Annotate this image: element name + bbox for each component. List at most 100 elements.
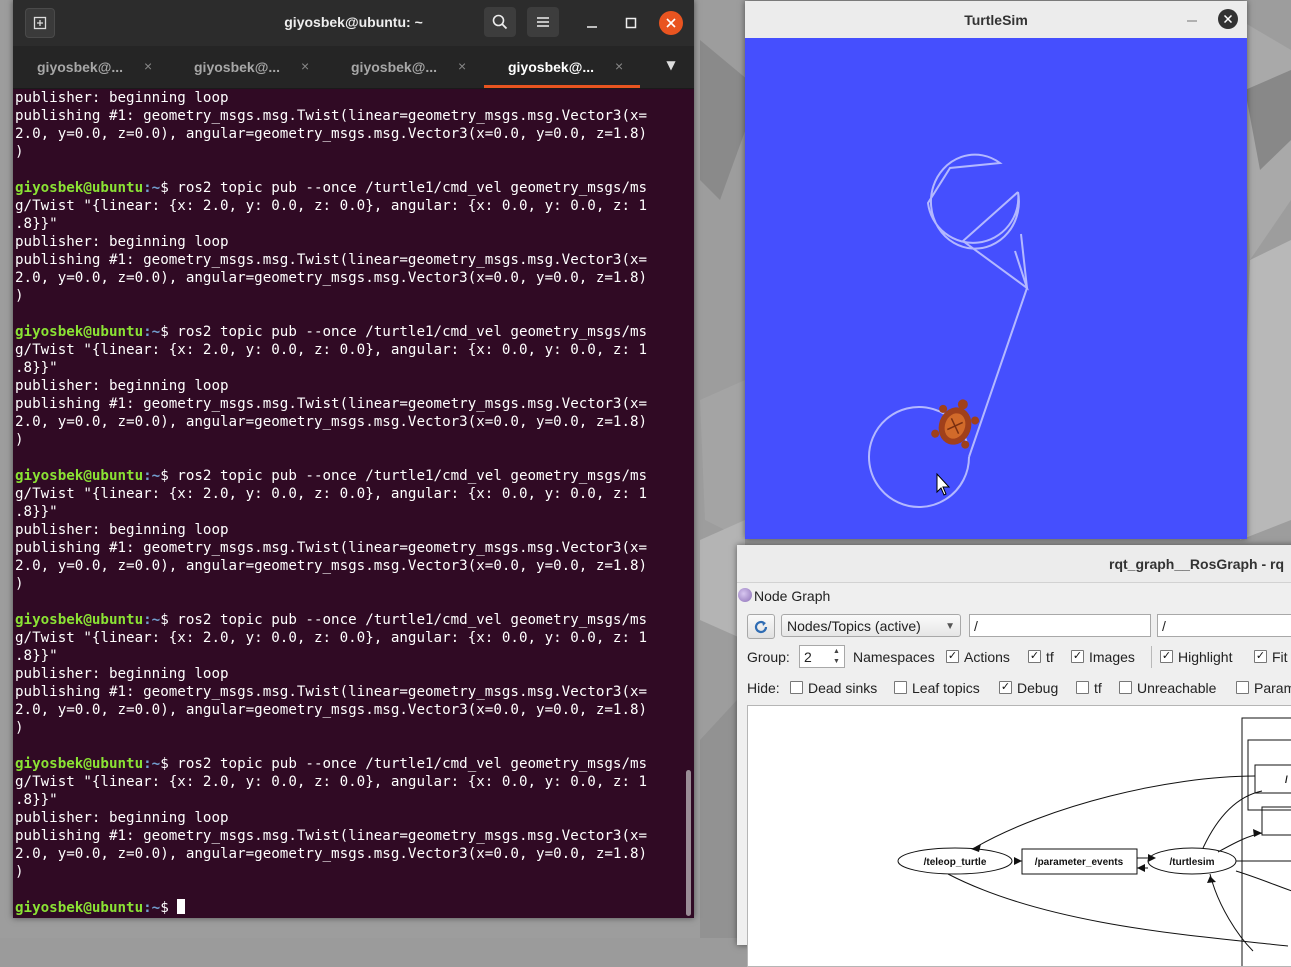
terminal-line: giyosbek@ubuntu:~$ ros2 topic pub --once… (15, 755, 687, 773)
prompt-user: giyosbek@ubuntu (15, 324, 144, 340)
line-text: 2.0, y=0.0, z=0.0), angular=geometry_msg… (15, 846, 648, 862)
prompt-path: :~ (143, 468, 161, 484)
topic-filter-input[interactable]: / (1157, 614, 1291, 637)
minimize-button[interactable] (581, 12, 603, 34)
terminal-line: 2.0, y=0.0, z=0.0), angular=geometry_msg… (15, 269, 687, 287)
graph-node-turtlesim[interactable]: /turtlesim (1169, 857, 1214, 868)
terminal-line: g/Twist "{linear: {x: 2.0, y: 0.0, z: 0.… (15, 341, 687, 359)
close-button[interactable] (1218, 9, 1238, 29)
line-text: ) (15, 432, 24, 448)
terminal-line: publisher: beginning loop (15, 521, 687, 539)
turtlesim-title: TurtleSim (964, 12, 1028, 28)
tab-close-icon[interactable]: × (458, 58, 466, 74)
terminal-line: publisher: beginning loop (15, 377, 687, 395)
menu-button[interactable] (527, 7, 559, 37)
close-button[interactable] (659, 11, 683, 35)
terminal-line: giyosbek@ubuntu:~$ ros2 topic pub --once… (15, 179, 687, 197)
prompt-path: :~ (143, 900, 161, 916)
graph-canvas[interactable]: /teleop_turtle /parameter_events /turtle… (747, 705, 1291, 967)
search-button[interactable] (484, 7, 516, 37)
images-label: Images (1089, 649, 1135, 665)
refresh-button[interactable] (747, 614, 775, 639)
tab-close-icon[interactable]: × (144, 58, 152, 74)
line-text: publisher: beginning loop (15, 810, 229, 826)
tab-close-icon[interactable]: × (615, 58, 623, 74)
node-filter-input[interactable]: / (969, 614, 1151, 637)
params-checkbox[interactable] (1236, 681, 1249, 694)
prompt-user: giyosbek@ubuntu (15, 612, 144, 628)
terminal-line: publishing #1: geometry_msgs.msg.Twist(l… (15, 395, 687, 413)
close-icon (1224, 15, 1232, 23)
terminal-line: publishing #1: geometry_msgs.msg.Twist(l… (15, 107, 687, 125)
close-icon (666, 18, 676, 28)
line-text: publisher: beginning loop (15, 666, 229, 682)
line-text: publisher: beginning loop (15, 234, 229, 250)
terminal-tab-1[interactable]: giyosbek@... × (13, 46, 169, 88)
terminal-line: .8}}" (15, 791, 687, 809)
maximize-button[interactable] (620, 12, 642, 34)
toolbar-separator (1151, 646, 1152, 668)
unreachable-checkbox[interactable] (1119, 681, 1132, 694)
terminal-line: 2.0, y=0.0, z=0.0), angular=geometry_msg… (15, 845, 687, 863)
leaf-topics-checkbox[interactable] (894, 681, 907, 694)
graph-mode-select[interactable]: Nodes/Topics (active) ▼ (781, 614, 961, 637)
group-spinbox[interactable]: 2 ▲ ▼ (799, 645, 845, 668)
line-text: g/Twist "{linear: {x: 2.0, y: 0.0, z: 0.… (15, 342, 648, 358)
turtlesim-titlebar[interactable]: TurtleSim (745, 1, 1247, 39)
terminal-line: giyosbek@ubuntu:~$ ros2 topic pub --once… (15, 467, 687, 485)
terminal-line: ) (15, 719, 687, 737)
terminal-line: publisher: beginning loop (15, 665, 687, 683)
graph-node-parameter-events[interactable]: /parameter_events (1035, 857, 1124, 868)
hide-tf-label: tf (1094, 680, 1102, 696)
terminal-tab-4[interactable]: giyosbek@... × (484, 46, 640, 88)
chevron-down-icon: ▼ (945, 621, 955, 632)
new-tab-button[interactable] (25, 8, 55, 38)
terminal-line: .8}}" (15, 647, 687, 665)
terminal-scrollbar[interactable] (686, 770, 691, 916)
prompt-path: :~ (143, 324, 161, 340)
fit-checkbox[interactable]: ✓ (1254, 650, 1267, 663)
line-text: $ ros2 topic pub --once /turtle1/cmd_vel… (160, 756, 648, 772)
minimize-button[interactable] (1186, 9, 1202, 29)
terminal-titlebar[interactable]: giyosbek@ubuntu: ~ (13, 0, 694, 46)
terminal-line: publisher: beginning loop (15, 89, 687, 107)
terminal-line: 2.0, y=0.0, z=0.0), angular=geometry_msg… (15, 413, 687, 431)
params-label: Param (1254, 680, 1291, 696)
hide-tf-checkbox[interactable] (1076, 681, 1089, 694)
terminal-line: publisher: beginning loop (15, 233, 687, 251)
images-checkbox[interactable]: ✓ (1071, 650, 1084, 663)
turtlesim-window: TurtleSim (745, 1, 1247, 539)
rqt-titlebar[interactable]: rqt_graph__RosGraph - rq (737, 545, 1291, 583)
line-text: $ ros2 topic pub --once /turtle1/cmd_vel… (160, 468, 648, 484)
terminal-tab-2[interactable]: giyosbek@... × (170, 46, 326, 88)
line-text: g/Twist "{linear: {x: 2.0, y: 0.0, z: 0.… (15, 630, 648, 646)
terminal-line: ) (15, 863, 687, 881)
line-text: g/Twist "{linear: {x: 2.0, y: 0.0, z: 0.… (15, 486, 648, 502)
tf-checkbox[interactable]: ✓ (1028, 650, 1041, 663)
terminal-line: publishing #1: geometry_msgs.msg.Twist(l… (15, 539, 687, 557)
terminal-line: 2.0, y=0.0, z=0.0), angular=geometry_msg… (15, 557, 687, 575)
graph-node-teleop[interactable]: /teleop_turtle (924, 857, 987, 868)
tab-close-icon[interactable]: × (301, 58, 309, 74)
terminal-line: giyosbek@ubuntu:~$ ros2 topic pub --once… (15, 323, 687, 341)
rqt-title: rqt_graph__RosGraph - rq (1109, 556, 1285, 572)
debug-checkbox[interactable]: ✓ (999, 681, 1012, 694)
dead-sinks-checkbox[interactable] (790, 681, 803, 694)
dead-sinks-label: Dead sinks (808, 680, 878, 696)
prompt-path: :~ (143, 180, 161, 196)
tabs-dropdown-button[interactable]: ▼ (661, 58, 681, 78)
actions-checkbox[interactable]: ✓ (946, 650, 959, 663)
terminal-window: giyosbek@ubuntu: ~ giyosbek@... × giyosb… (13, 0, 694, 918)
turtlesim-canvas[interactable] (745, 38, 1247, 539)
highlight-checkbox[interactable]: ✓ (1160, 650, 1173, 663)
minimize-icon (587, 26, 597, 28)
terminal-tab-bar: giyosbek@... × giyosbek@... × giyosbek@.… (13, 46, 694, 89)
line-text: ) (15, 720, 24, 736)
spin-arrows-icon[interactable]: ▲ ▼ (833, 647, 843, 667)
terminal-output[interactable]: publisher: beginning loop publishing #1: … (13, 89, 687, 918)
terminal-tab-3[interactable]: giyosbek@... × (327, 46, 483, 88)
tf-label: tf (1046, 649, 1054, 665)
graph-node-partial[interactable]: / (1285, 775, 1288, 786)
